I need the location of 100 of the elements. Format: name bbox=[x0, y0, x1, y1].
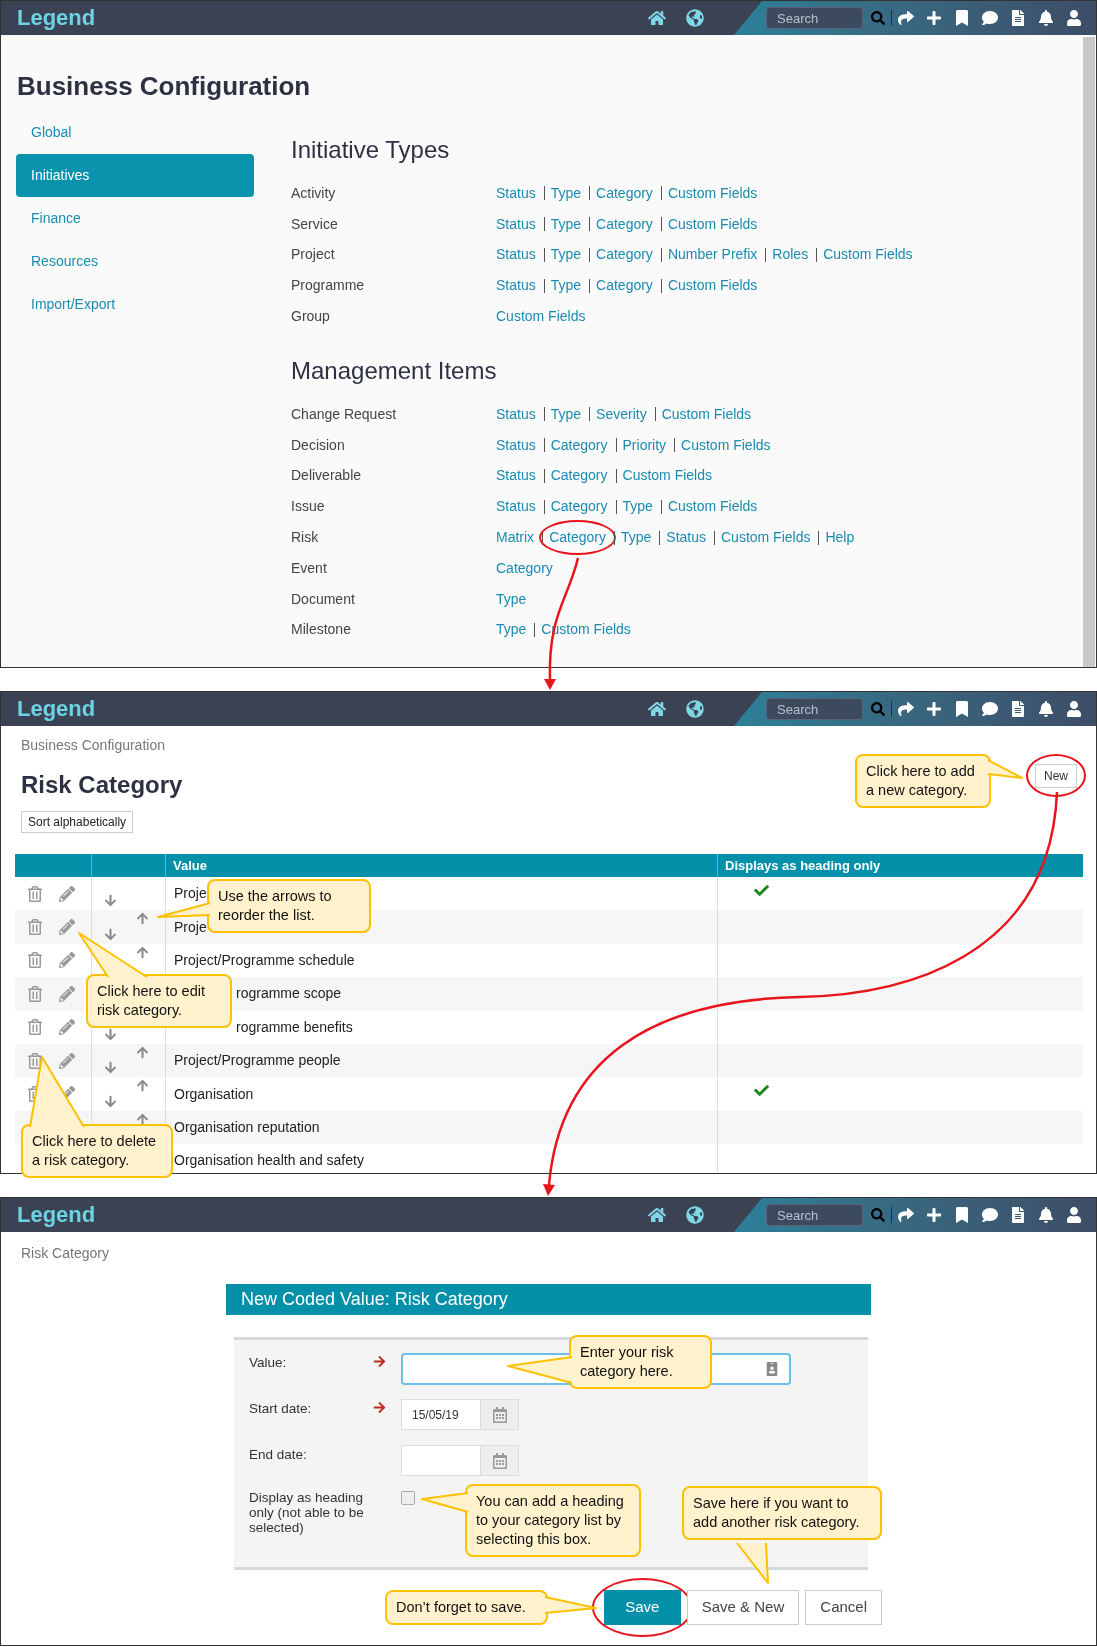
sidebar-item[interactable]: Import/Export bbox=[16, 283, 254, 326]
config-link[interactable]: Custom Fields bbox=[667, 275, 758, 297]
document-icon[interactable] bbox=[1010, 10, 1026, 26]
sidebar-item[interactable]: Resources bbox=[16, 240, 254, 283]
trash-icon[interactable] bbox=[27, 919, 43, 936]
sidebar-item[interactable]: Global bbox=[16, 111, 254, 154]
config-link[interactable]: Custom Fields bbox=[496, 306, 586, 328]
config-link[interactable]: Type bbox=[550, 275, 582, 297]
search-icon[interactable] bbox=[871, 702, 885, 716]
share-icon[interactable] bbox=[898, 1207, 914, 1223]
sidebar-item[interactable]: Initiatives bbox=[16, 154, 254, 197]
logo[interactable]: Legend bbox=[1, 1204, 96, 1226]
config-link[interactable]: Custom Fields bbox=[667, 496, 758, 518]
calendar-icon[interactable] bbox=[491, 1406, 508, 1423]
date-field[interactable]: 15/05/19 bbox=[401, 1399, 519, 1430]
config-link[interactable]: Category bbox=[550, 434, 608, 456]
bookmark-icon[interactable] bbox=[954, 10, 970, 26]
config-link[interactable]: Status bbox=[496, 182, 536, 204]
bookmark-icon[interactable] bbox=[954, 701, 970, 717]
pencil-icon[interactable] bbox=[59, 885, 75, 902]
logo[interactable]: Legend bbox=[1, 7, 96, 29]
config-link[interactable]: Type bbox=[550, 244, 582, 266]
sort-button[interactable]: Sort alphabetically bbox=[21, 811, 134, 833]
sidebar-item[interactable]: Finance bbox=[16, 197, 254, 240]
globe-icon[interactable] bbox=[686, 9, 704, 27]
scrollbar[interactable] bbox=[1083, 37, 1095, 667]
config-link[interactable]: Custom Fields bbox=[721, 527, 811, 549]
trash-icon[interactable] bbox=[27, 985, 43, 1002]
speech-bubble-icon[interactable] bbox=[982, 10, 998, 26]
speech-bubble-icon[interactable] bbox=[982, 1207, 998, 1223]
pencil-icon[interactable] bbox=[59, 1019, 75, 1036]
plus-icon[interactable] bbox=[926, 701, 942, 717]
config-link[interactable]: Type bbox=[496, 619, 527, 641]
config-link[interactable]: Matrix bbox=[496, 527, 535, 549]
config-link[interactable]: Category bbox=[596, 275, 653, 297]
up-arrow-icon[interactable] bbox=[136, 1045, 149, 1059]
search-field[interactable]: Search bbox=[766, 698, 863, 720]
share-icon[interactable] bbox=[898, 701, 914, 717]
pencil-icon[interactable] bbox=[59, 952, 75, 969]
form-button[interactable]: Cancel bbox=[805, 1590, 882, 1625]
calendar-icon[interactable] bbox=[491, 1452, 508, 1469]
config-link[interactable]: Type bbox=[550, 182, 582, 204]
logo[interactable]: Legend bbox=[1, 698, 96, 720]
search-field[interactable]: Search bbox=[766, 1204, 863, 1226]
trash-icon[interactable] bbox=[27, 1019, 43, 1036]
config-link[interactable]: Category bbox=[596, 182, 653, 204]
config-link[interactable]: Type bbox=[496, 588, 527, 610]
globe-icon[interactable] bbox=[686, 700, 704, 718]
down-arrow-icon[interactable] bbox=[104, 894, 117, 908]
up-arrow-icon[interactable] bbox=[136, 1112, 149, 1126]
config-link[interactable]: Category bbox=[596, 244, 653, 266]
down-arrow-icon[interactable] bbox=[104, 927, 117, 941]
config-link[interactable]: Status bbox=[496, 434, 536, 456]
config-link[interactable]: Category bbox=[550, 496, 608, 518]
save-button[interactable]: Save bbox=[603, 1590, 681, 1625]
config-link[interactable]: Custom Fields bbox=[667, 182, 758, 204]
bell-icon[interactable] bbox=[1038, 10, 1054, 26]
globe-icon[interactable] bbox=[686, 1206, 704, 1224]
config-link[interactable]: Status bbox=[496, 403, 536, 425]
pencil-icon[interactable] bbox=[59, 985, 75, 1002]
document-icon[interactable] bbox=[1010, 1207, 1026, 1223]
breadcrumb[interactable]: Risk Category bbox=[21, 1244, 109, 1262]
home-icon[interactable] bbox=[648, 700, 666, 718]
share-icon[interactable] bbox=[898, 10, 914, 26]
config-link[interactable]: Category bbox=[596, 213, 653, 235]
config-link[interactable]: Custom Fields bbox=[667, 213, 758, 235]
breadcrumb[interactable]: Business Configuration bbox=[21, 736, 165, 754]
search-field[interactable]: Search bbox=[766, 7, 863, 29]
home-icon[interactable] bbox=[648, 9, 666, 27]
bell-icon[interactable] bbox=[1038, 701, 1054, 717]
config-link[interactable]: Status bbox=[496, 244, 536, 266]
speech-bubble-icon[interactable] bbox=[982, 701, 998, 717]
bookmark-icon[interactable] bbox=[954, 1207, 970, 1223]
config-link[interactable]: Severity bbox=[596, 403, 647, 425]
document-icon[interactable] bbox=[1010, 701, 1026, 717]
up-arrow-icon[interactable] bbox=[136, 912, 149, 926]
down-arrow-icon[interactable] bbox=[104, 1061, 117, 1075]
pencil-icon[interactable] bbox=[59, 919, 75, 936]
config-link[interactable]: Type bbox=[550, 213, 582, 235]
config-link[interactable]: Number Prefix bbox=[667, 244, 758, 266]
config-link[interactable]: Category bbox=[539, 520, 616, 556]
pencil-icon[interactable] bbox=[59, 1052, 75, 1069]
config-link[interactable]: Custom Fields bbox=[681, 434, 771, 456]
up-arrow-icon[interactable] bbox=[136, 1079, 149, 1093]
config-link[interactable]: Status bbox=[496, 275, 536, 297]
trash-icon[interactable] bbox=[27, 952, 43, 969]
config-link[interactable]: Status bbox=[496, 496, 536, 518]
config-link[interactable]: Category bbox=[496, 557, 553, 579]
config-link[interactable]: Help bbox=[825, 527, 855, 549]
config-link[interactable]: Priority bbox=[622, 434, 667, 456]
config-link[interactable]: Status bbox=[496, 465, 536, 487]
bell-icon[interactable] bbox=[1038, 1207, 1054, 1223]
trash-icon[interactable] bbox=[27, 885, 43, 902]
date-field[interactable] bbox=[401, 1445, 519, 1476]
trash-icon[interactable] bbox=[27, 1052, 43, 1069]
search-icon[interactable] bbox=[871, 11, 885, 25]
config-link[interactable]: Roles bbox=[772, 244, 809, 266]
user-icon[interactable] bbox=[1066, 701, 1082, 717]
form-button[interactable]: Save & New bbox=[686, 1590, 800, 1625]
new-button[interactable]: New bbox=[1035, 764, 1077, 788]
